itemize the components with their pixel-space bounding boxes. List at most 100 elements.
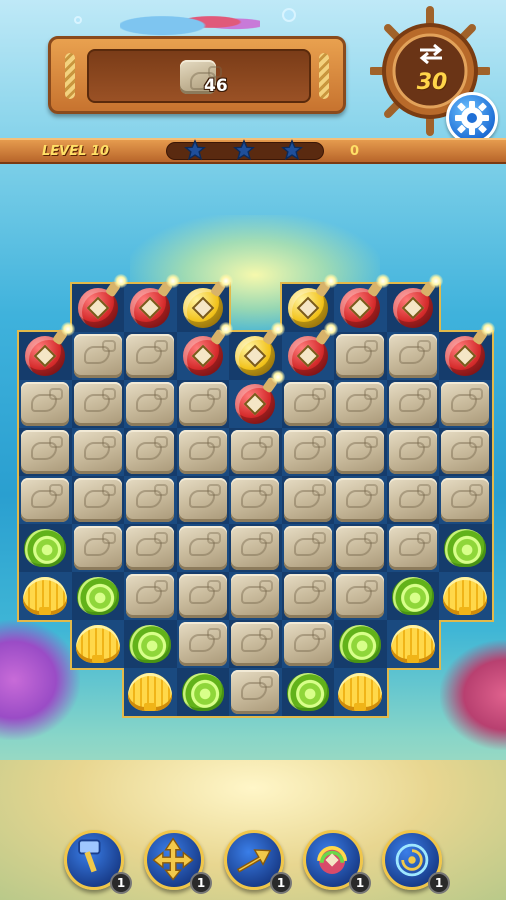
tile-stone[interactable] (177, 620, 229, 668)
tile-shell-green[interactable] (177, 668, 229, 716)
stone-block-icon (126, 334, 174, 378)
tile-stone[interactable] (282, 572, 334, 620)
yellow-scallop-shell-icon (390, 625, 435, 663)
tile-bomb-red[interactable] (229, 370, 285, 428)
tile-shell-yellow[interactable] (334, 668, 386, 716)
tile-stone[interactable] (124, 380, 176, 428)
stone-block-icon (73, 478, 122, 522)
tile-shell-green[interactable] (387, 572, 439, 620)
tile-stone[interactable] (229, 428, 281, 476)
tile-bomb-red[interactable] (19, 322, 75, 380)
stone-block-icon (21, 430, 69, 474)
tile-stone[interactable] (124, 428, 176, 476)
tile-bomb-red[interactable] (439, 322, 495, 380)
tile-stone[interactable] (72, 476, 124, 524)
tile-bomb-red[interactable] (334, 274, 390, 332)
stone-block-icon (283, 574, 332, 618)
bomb-red-icon (130, 274, 180, 328)
stone-block-icon (283, 526, 332, 570)
tile-stone[interactable] (72, 332, 124, 380)
bomb-red-icon (445, 322, 495, 376)
tile-stone[interactable] (334, 476, 386, 524)
tile-stone[interactable] (334, 380, 386, 428)
tile-stone[interactable] (177, 572, 229, 620)
stone-block-icon (283, 622, 332, 666)
tile-stone[interactable] (19, 476, 71, 524)
tile-stone[interactable] (334, 524, 386, 572)
tile-stone[interactable] (177, 476, 229, 524)
stone-block-icon (73, 382, 122, 426)
tile-shell-green[interactable] (72, 572, 124, 620)
tile-stone[interactable] (387, 332, 439, 380)
stone-block-icon (336, 430, 384, 474)
stone-block-icon (388, 382, 437, 426)
tile-stone[interactable] (19, 428, 71, 476)
tile-shell-yellow[interactable] (19, 572, 71, 620)
tile-shell-green[interactable] (19, 524, 71, 572)
tile-stone[interactable] (334, 572, 386, 620)
tile-stone[interactable] (439, 476, 491, 524)
tile-bomb-red[interactable] (387, 274, 443, 332)
tile-stone[interactable] (387, 524, 439, 572)
tile-stone[interactable] (229, 572, 281, 620)
tile-stone[interactable] (229, 476, 281, 524)
tile-stone[interactable] (177, 524, 229, 572)
stone-block-icon (388, 526, 437, 570)
tile-stone[interactable] (72, 380, 124, 428)
tile-stone[interactable] (282, 380, 334, 428)
green-snail-shell-icon (129, 625, 171, 663)
tile-stone[interactable] (282, 476, 334, 524)
tile-stone[interactable] (387, 428, 439, 476)
stone-block-icon (21, 478, 69, 522)
tile-stone[interactable] (229, 524, 281, 572)
tile-stone[interactable] (334, 428, 386, 476)
tile-stone[interactable] (439, 428, 491, 476)
tile-shell-yellow[interactable] (72, 620, 124, 668)
tile-shell-green[interactable] (334, 620, 386, 668)
tile-stone[interactable] (124, 572, 176, 620)
tile-stone[interactable] (282, 620, 334, 668)
tile-shell-green[interactable] (124, 620, 176, 668)
stone-block-icon (441, 478, 489, 522)
tile-stone[interactable] (19, 380, 71, 428)
bomb-red-icon (77, 274, 128, 328)
tile-stone[interactable] (72, 428, 124, 476)
green-snail-shell-icon (339, 625, 381, 663)
tile-shell-green[interactable] (439, 524, 491, 572)
tile-shell-yellow[interactable] (124, 668, 176, 716)
stone-block-icon (336, 574, 384, 618)
tile-shell-green[interactable] (282, 668, 334, 716)
bomb-red-icon (25, 322, 75, 376)
tile-stone[interactable] (124, 332, 176, 380)
booster-count-badge: 1 (270, 872, 292, 894)
tile-stone[interactable] (439, 380, 491, 428)
booster-count-badge: 1 (428, 872, 450, 894)
tile-stone[interactable] (124, 476, 176, 524)
stone-block-icon (126, 574, 174, 618)
bomb-red-icon (340, 274, 390, 328)
tile-stone[interactable] (387, 380, 439, 428)
tile-stone[interactable] (177, 428, 229, 476)
tile-stone[interactable] (229, 668, 281, 716)
tile-bomb-red[interactable] (282, 322, 338, 380)
yellow-scallop-shell-icon (23, 577, 67, 615)
tile-shell-yellow[interactable] (387, 620, 439, 668)
tile-stone[interactable] (72, 524, 124, 572)
tile-bomb-red[interactable] (72, 274, 128, 332)
stone-block-icon (388, 478, 437, 522)
bomb-red-icon (182, 322, 233, 376)
stone-block-icon (126, 526, 174, 570)
tile-bomb-red[interactable] (124, 274, 180, 332)
tile-stone[interactable] (387, 476, 439, 524)
tile-stone[interactable] (124, 524, 176, 572)
tile-stone[interactable] (282, 524, 334, 572)
tile-stone[interactable] (282, 428, 334, 476)
tile-shell-yellow[interactable] (439, 572, 491, 620)
tile-stone[interactable] (229, 620, 281, 668)
tile-stone[interactable] (334, 332, 386, 380)
stone-block-icon (441, 430, 489, 474)
stone-block-icon (336, 478, 384, 522)
stone-block-icon (388, 430, 437, 474)
tile-stone[interactable] (177, 380, 229, 428)
tile-bomb-red[interactable] (177, 322, 233, 380)
